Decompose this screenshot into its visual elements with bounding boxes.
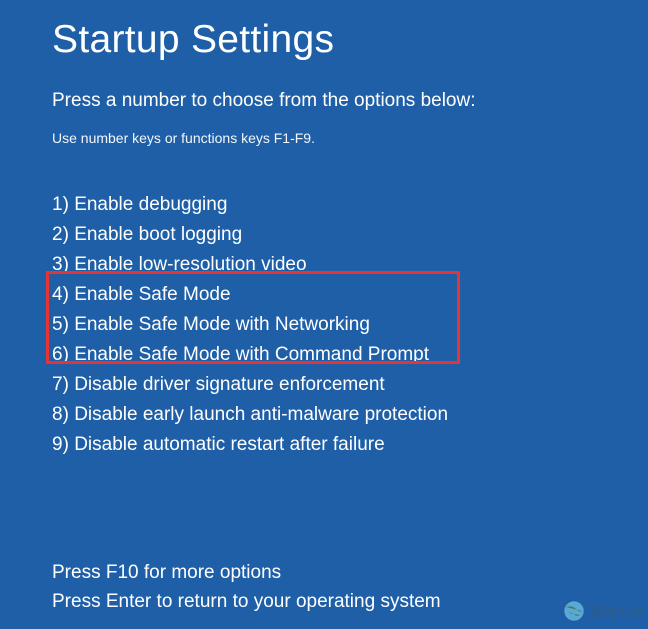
option-label: 6 [52, 344, 63, 365]
globe-icon [562, 599, 586, 623]
option-label: 5 [52, 314, 63, 335]
option-item[interactable]: 4) Enable Safe Mode [52, 280, 648, 310]
option-label: 8 [52, 404, 63, 425]
option-label: 7 [52, 374, 63, 395]
footer-text: Press F10 for more options Press Enter t… [52, 558, 648, 616]
hint-text: Use number keys or functions keys F1-F9. [52, 130, 648, 146]
option-item[interactable]: 9) Disable automatic restart after failu… [52, 430, 648, 460]
option-item[interactable]: 5) Enable Safe Mode with Networking [52, 310, 648, 340]
option-item[interactable]: 7) Disable driver signature enforcement [52, 370, 648, 400]
option-label: Enable Safe Mode with Command Prompt [74, 344, 429, 365]
option-label: 1 [52, 194, 63, 215]
options-list: 1) Enable debugging 2) Enable boot loggi… [52, 190, 648, 460]
option-label: Disable driver signature enforcement [74, 374, 385, 395]
watermark: 系统天地 [562, 599, 642, 623]
option-label: Enable Safe Mode [74, 284, 230, 305]
option-label: Disable automatic restart after failure [74, 434, 384, 455]
watermark-label: 系统天地 [590, 602, 642, 621]
option-label: Disable early launch anti-malware protec… [74, 404, 448, 425]
option-item[interactable]: 6) Enable Safe Mode with Command Prompt [52, 340, 648, 370]
footer-return: Press Enter to return to your operating … [52, 587, 648, 616]
option-item[interactable]: 8) Disable early launch anti-malware pro… [52, 400, 648, 430]
option-label: 4 [52, 284, 63, 305]
subtitle-text: Press a number to choose from the option… [52, 90, 648, 112]
option-label: Enable boot logging [74, 224, 242, 245]
option-label: 2 [52, 224, 63, 245]
page-title: Startup Settings [52, 18, 648, 62]
footer-more-options: Press F10 for more options [52, 558, 648, 587]
option-label: 3 [52, 254, 63, 275]
option-item[interactable]: 2) Enable boot logging [52, 220, 648, 250]
option-label: Enable Safe Mode with Networking [74, 314, 370, 335]
option-label: Enable debugging [74, 194, 227, 215]
option-item[interactable]: 1) Enable debugging [52, 190, 648, 220]
option-item[interactable]: 3) Enable low-resolution video [52, 250, 648, 280]
option-label: 9 [52, 434, 63, 455]
option-label: Enable low-resolution video [74, 254, 306, 275]
